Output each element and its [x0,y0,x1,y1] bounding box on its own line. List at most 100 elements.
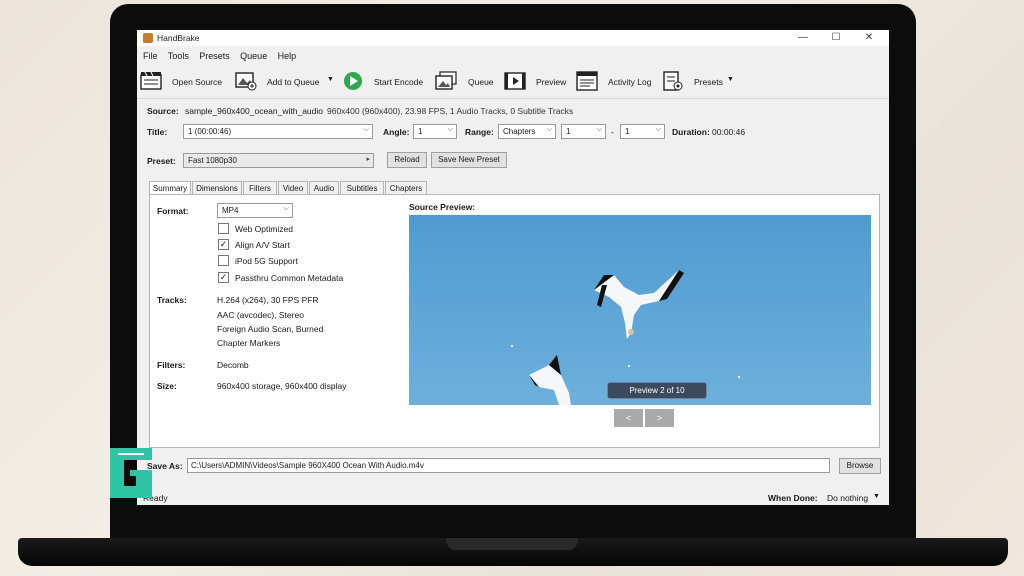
format-select-value: MP4 [222,206,239,215]
preset-select[interactable]: Fast 1080p30 ▸ [183,153,374,168]
channel-logo-icon [110,448,152,498]
preview-counter-badge: Preview 2 of 10 [607,382,707,399]
tab-subtitles[interactable]: Subtitles [340,181,384,195]
range-mode-value: Chapters [503,127,536,136]
filters-value: Decomb [217,360,249,370]
add-to-queue-button[interactable]: Add to Queue [267,77,319,87]
title-bar: HandBrake — ☐ ✕ [137,30,889,46]
app-title: HandBrake [157,33,200,43]
activity-log-button[interactable]: Activity Log [608,77,651,87]
title-select-value: 1 (00:00:46) [188,127,232,136]
save-as-path-field[interactable]: C:\Users\ADMIN\Videos\Sample 960X400 Oce… [187,458,830,473]
check-icon: ✓ [219,239,228,249]
play-icon[interactable] [342,71,364,91]
source-preview-image [409,215,871,405]
ipod-5g-support-checkbox[interactable] [218,255,229,266]
when-done-select[interactable]: Do nothing [827,493,868,503]
preview-icon[interactable] [504,71,526,91]
web-optimized-label: Web Optimized [235,224,293,234]
preview-prev-button[interactable]: < [614,409,643,427]
tracks-label: Tracks: [157,295,187,305]
source-label: Source: [147,106,179,116]
size-value: 960x400 storage, 960x400 display [217,381,347,391]
range-mode-select[interactable]: Chapters ⌵ [498,124,556,139]
handbrake-window: HandBrake — ☐ ✕ File Tools Presets Queue… [137,30,889,505]
format-label: Format: [157,206,189,216]
track-video: H.264 (x264), 30 FPS PFR [217,295,319,305]
when-done-dropdown-icon[interactable]: ▼ [873,493,880,500]
range-start-value: 1 [566,127,571,136]
queue-icon[interactable] [435,71,457,91]
chevron-down-icon: ⌵ [546,126,552,133]
range-label: Range: [465,127,494,137]
title-label: Title: [147,127,168,137]
chevron-right-icon: ▸ [366,156,370,163]
add-to-queue-icon[interactable] [235,71,257,91]
menu-file[interactable]: File [143,51,158,61]
browse-button[interactable]: Browse [839,458,881,474]
handbrake-app-icon [143,33,153,43]
chevron-down-icon: ⌵ [283,205,289,212]
menu-queue[interactable]: Queue [240,51,267,61]
tab-chapters[interactable]: Chapters [385,181,427,195]
range-dash: - [611,127,614,137]
align-av-start-checkbox[interactable]: ✓ [218,239,229,250]
angle-label: Angle: [383,127,410,137]
size-label: Size: [157,381,177,391]
track-subtitle: Foreign Audio Scan, Burned [217,324,324,334]
menu-presets[interactable]: Presets [199,51,230,61]
tab-dimensions[interactable]: Dimensions [192,181,242,195]
queue-button[interactable]: Queue [468,77,494,87]
presets-icon[interactable] [662,71,684,91]
toolbar-divider [137,98,889,99]
chevron-down-icon: ⌵ [363,126,369,133]
menu-bar: File Tools Presets Queue Help [137,51,298,65]
menu-tools[interactable]: Tools [168,51,189,61]
tab-video[interactable]: Video [278,181,308,195]
add-to-queue-dropdown-icon[interactable]: ▼ [327,76,334,83]
when-done-label: When Done: [768,493,818,503]
tab-filters[interactable]: Filters [243,181,277,195]
presets-dropdown-icon[interactable]: ▼ [727,76,734,83]
save-new-preset-button[interactable]: Save New Preset [431,152,507,168]
reload-button[interactable]: Reload [387,152,427,168]
chevron-down-icon: ⌵ [447,126,453,133]
source-name: sample_960x400_ocean_with_audio [185,106,323,116]
presets-button[interactable]: Presets [694,77,723,87]
toolbar: Open Source Add to Queue ▼ Start Encode … [137,68,889,94]
preset-select-value: Fast 1080p30 [188,156,237,165]
open-source-button[interactable]: Open Source [172,77,222,87]
range-end-select[interactable]: 1 ⌵ [620,124,665,139]
preview-button[interactable]: Preview [536,77,566,87]
title-select[interactable]: 1 (00:00:46) ⌵ [183,124,373,139]
duration-value: 00:00:46 [712,127,746,137]
source-preview-label: Source Preview: [409,202,476,212]
tab-audio[interactable]: Audio [309,181,339,195]
passthru-metadata-checkbox[interactable]: ✓ [218,272,229,283]
range-start-select[interactable]: 1 ⌵ [561,124,606,139]
minimize-button[interactable]: — [793,31,813,45]
filters-label: Filters: [157,360,186,370]
laptop-notch [446,538,578,550]
preview-next-button[interactable]: > [645,409,674,427]
range-end-value: 1 [625,127,630,136]
format-select[interactable]: MP4 ⌵ [217,203,293,218]
close-button[interactable]: ✕ [859,31,879,45]
angle-select[interactable]: 1 ⌵ [413,124,457,139]
open-source-icon[interactable] [140,71,162,91]
chevron-down-icon: ⌵ [596,126,602,133]
track-chapters: Chapter Markers [217,338,281,348]
ipod-5g-support-label: iPod 5G Support [235,256,298,266]
source-details: 960x400 (960x400), 23.98 FPS, 1 Audio Tr… [327,106,574,116]
preset-label: Preset: [147,156,176,166]
check-icon: ✓ [219,272,228,282]
web-optimized-checkbox[interactable] [218,223,229,234]
align-av-start-label: Align A/V Start [235,240,290,250]
track-audio: AAC (avcodec), Stereo [217,310,304,320]
duration-label: Duration: [672,127,710,137]
passthru-metadata-label: Passthru Common Metadata [235,273,344,283]
activity-log-icon[interactable] [576,71,598,91]
start-encode-button[interactable]: Start Encode [374,77,423,87]
menu-help[interactable]: Help [278,51,297,61]
maximize-button[interactable]: ☐ [826,31,846,45]
